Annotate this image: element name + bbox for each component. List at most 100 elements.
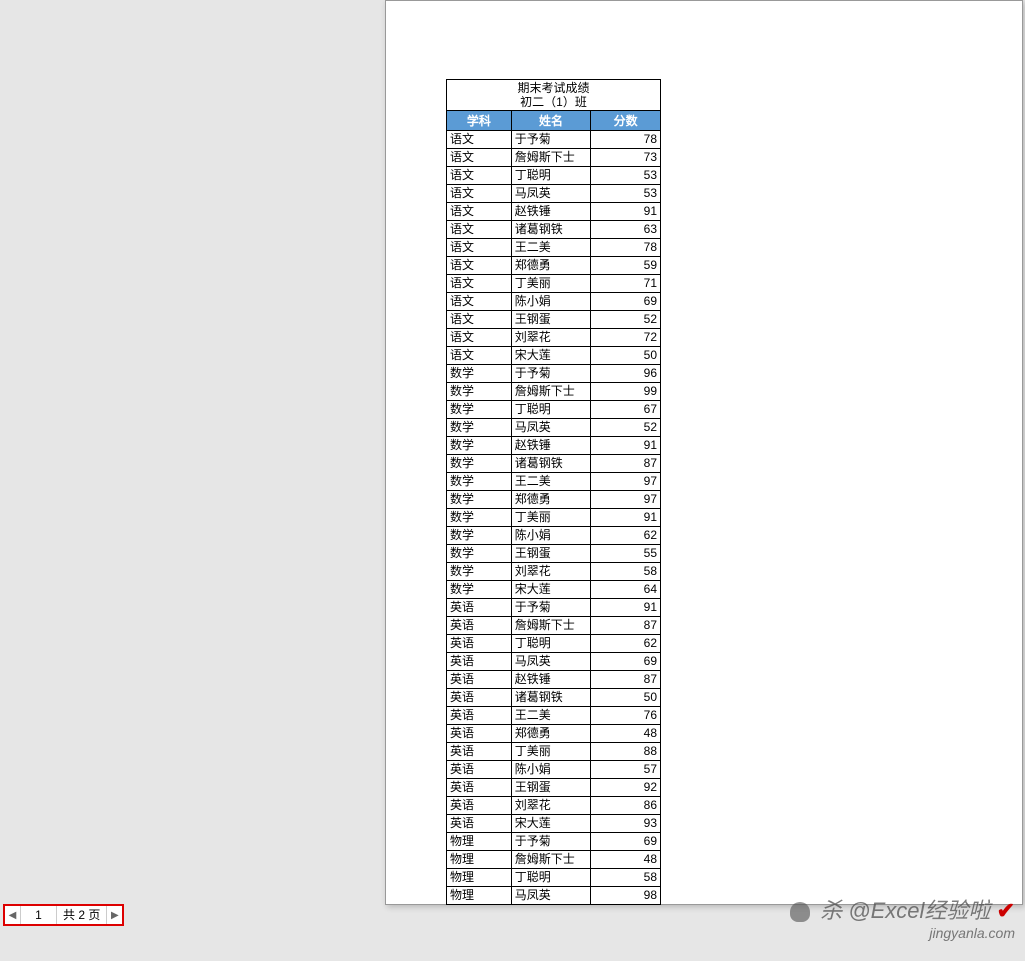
- cell-subject: 物理: [447, 833, 512, 851]
- table-row: 数学郑德勇97: [447, 491, 661, 509]
- cell-subject: 语文: [447, 131, 512, 149]
- table-row: 英语于予菊91: [447, 599, 661, 617]
- cell-name: 诸葛钢铁: [511, 221, 591, 239]
- table-row: 数学王二美97: [447, 473, 661, 491]
- cell-name: 詹姆斯下士: [511, 383, 591, 401]
- cell-name: 刘翠花: [511, 563, 591, 581]
- cell-name: 王钢蛋: [511, 779, 591, 797]
- watermark: 杀 @Excel经验啦 ✔ jingyanla.com: [790, 893, 1015, 941]
- cell-name: 宋大莲: [511, 581, 591, 599]
- cell-name: 丁聪明: [511, 635, 591, 653]
- cell-subject: 物理: [447, 887, 512, 905]
- cell-score: 64: [591, 581, 661, 599]
- cell-score: 69: [591, 833, 661, 851]
- cell-subject: 英语: [447, 797, 512, 815]
- table-row: 语文丁聪明53: [447, 167, 661, 185]
- cell-subject: 数学: [447, 473, 512, 491]
- cell-subject: 物理: [447, 869, 512, 887]
- cell-subject: 英语: [447, 617, 512, 635]
- cell-name: 陈小娟: [511, 527, 591, 545]
- cell-subject: 数学: [447, 491, 512, 509]
- header-subject: 学科: [447, 111, 512, 131]
- cell-subject: 数学: [447, 401, 512, 419]
- cell-name: 于予菊: [511, 365, 591, 383]
- cell-name: 于予菊: [511, 131, 591, 149]
- cell-subject: 英语: [447, 707, 512, 725]
- table-row: 数学陈小娟62: [447, 527, 661, 545]
- table-row: 物理詹姆斯下士48: [447, 851, 661, 869]
- cell-subject: 数学: [447, 545, 512, 563]
- cell-score: 59: [591, 257, 661, 275]
- cell-score: 86: [591, 797, 661, 815]
- cell-score: 55: [591, 545, 661, 563]
- page-number-input[interactable]: [21, 906, 57, 924]
- table-row: 英语陈小娟57: [447, 761, 661, 779]
- cell-subject: 语文: [447, 329, 512, 347]
- cell-score: 87: [591, 617, 661, 635]
- cell-subject: 语文: [447, 203, 512, 221]
- table-row: 英语刘翠花86: [447, 797, 661, 815]
- table-row: 数学马凤英52: [447, 419, 661, 437]
- cell-subject: 数学: [447, 563, 512, 581]
- cell-score: 87: [591, 455, 661, 473]
- cell-name: 王钢蛋: [511, 545, 591, 563]
- cell-name: 王二美: [511, 239, 591, 257]
- watermark-line2: jingyanla.com: [790, 925, 1015, 941]
- cell-subject: 语文: [447, 257, 512, 275]
- table-row: 语文郑德勇59: [447, 257, 661, 275]
- table-row: 物理丁聪明58: [447, 869, 661, 887]
- check-icon: ✔: [997, 898, 1015, 923]
- cell-subject: 语文: [447, 347, 512, 365]
- cell-score: 62: [591, 635, 661, 653]
- cell-score: 58: [591, 563, 661, 581]
- cell-score: 63: [591, 221, 661, 239]
- cell-score: 88: [591, 743, 661, 761]
- cell-score: 78: [591, 131, 661, 149]
- prev-page-button[interactable]: ◀: [5, 906, 21, 924]
- cell-subject: 英语: [447, 689, 512, 707]
- table-row: 数学詹姆斯下士99: [447, 383, 661, 401]
- table-row: 英语宋大莲93: [447, 815, 661, 833]
- cell-subject: 英语: [447, 599, 512, 617]
- cell-score: 53: [591, 167, 661, 185]
- cell-name: 于予菊: [511, 833, 591, 851]
- cell-name: 郑德勇: [511, 725, 591, 743]
- cell-score: 62: [591, 527, 661, 545]
- cell-score: 52: [591, 419, 661, 437]
- cell-score: 73: [591, 149, 661, 167]
- cell-score: 52: [591, 311, 661, 329]
- cell-name: 丁美丽: [511, 509, 591, 527]
- table-title: 期末考试成绩 初二（1）班: [447, 80, 661, 111]
- cell-subject: 语文: [447, 221, 512, 239]
- cell-subject: 语文: [447, 185, 512, 203]
- table-row: 数学刘翠花58: [447, 563, 661, 581]
- table-row: 数学宋大莲64: [447, 581, 661, 599]
- cell-score: 57: [591, 761, 661, 779]
- table-title-row: 期末考试成绩 初二（1）班: [447, 80, 661, 111]
- scores-table: 期末考试成绩 初二（1）班 学科 姓名 分数 语文于予菊78语文詹姆斯下士73语…: [446, 79, 661, 905]
- table-row: 英语丁聪明62: [447, 635, 661, 653]
- page-content: 期末考试成绩 初二（1）班 学科 姓名 分数 语文于予菊78语文詹姆斯下士73语…: [386, 1, 1022, 905]
- cell-subject: 数学: [447, 455, 512, 473]
- cell-score: 97: [591, 473, 661, 491]
- next-page-button[interactable]: ▶: [106, 906, 122, 924]
- cell-name: 刘翠花: [511, 797, 591, 815]
- cell-name: 丁美丽: [511, 743, 591, 761]
- cell-subject: 数学: [447, 527, 512, 545]
- cell-score: 48: [591, 851, 661, 869]
- cell-subject: 数学: [447, 383, 512, 401]
- cell-subject: 英语: [447, 761, 512, 779]
- table-header-row: 学科 姓名 分数: [447, 111, 661, 131]
- print-preview-page: 期末考试成绩 初二（1）班 学科 姓名 分数 语文于予菊78语文詹姆斯下士73语…: [385, 0, 1023, 905]
- table-row: 英语诸葛钢铁50: [447, 689, 661, 707]
- cell-name: 王二美: [511, 707, 591, 725]
- cell-score: 78: [591, 239, 661, 257]
- cell-score: 58: [591, 869, 661, 887]
- page-total-text: 共 2 页: [57, 906, 106, 924]
- cell-score: 92: [591, 779, 661, 797]
- cell-subject: 语文: [447, 167, 512, 185]
- table-row: 英语詹姆斯下士87: [447, 617, 661, 635]
- table-row: 语文诸葛钢铁63: [447, 221, 661, 239]
- table-row: 物理马凤英98: [447, 887, 661, 905]
- cell-subject: 英语: [447, 779, 512, 797]
